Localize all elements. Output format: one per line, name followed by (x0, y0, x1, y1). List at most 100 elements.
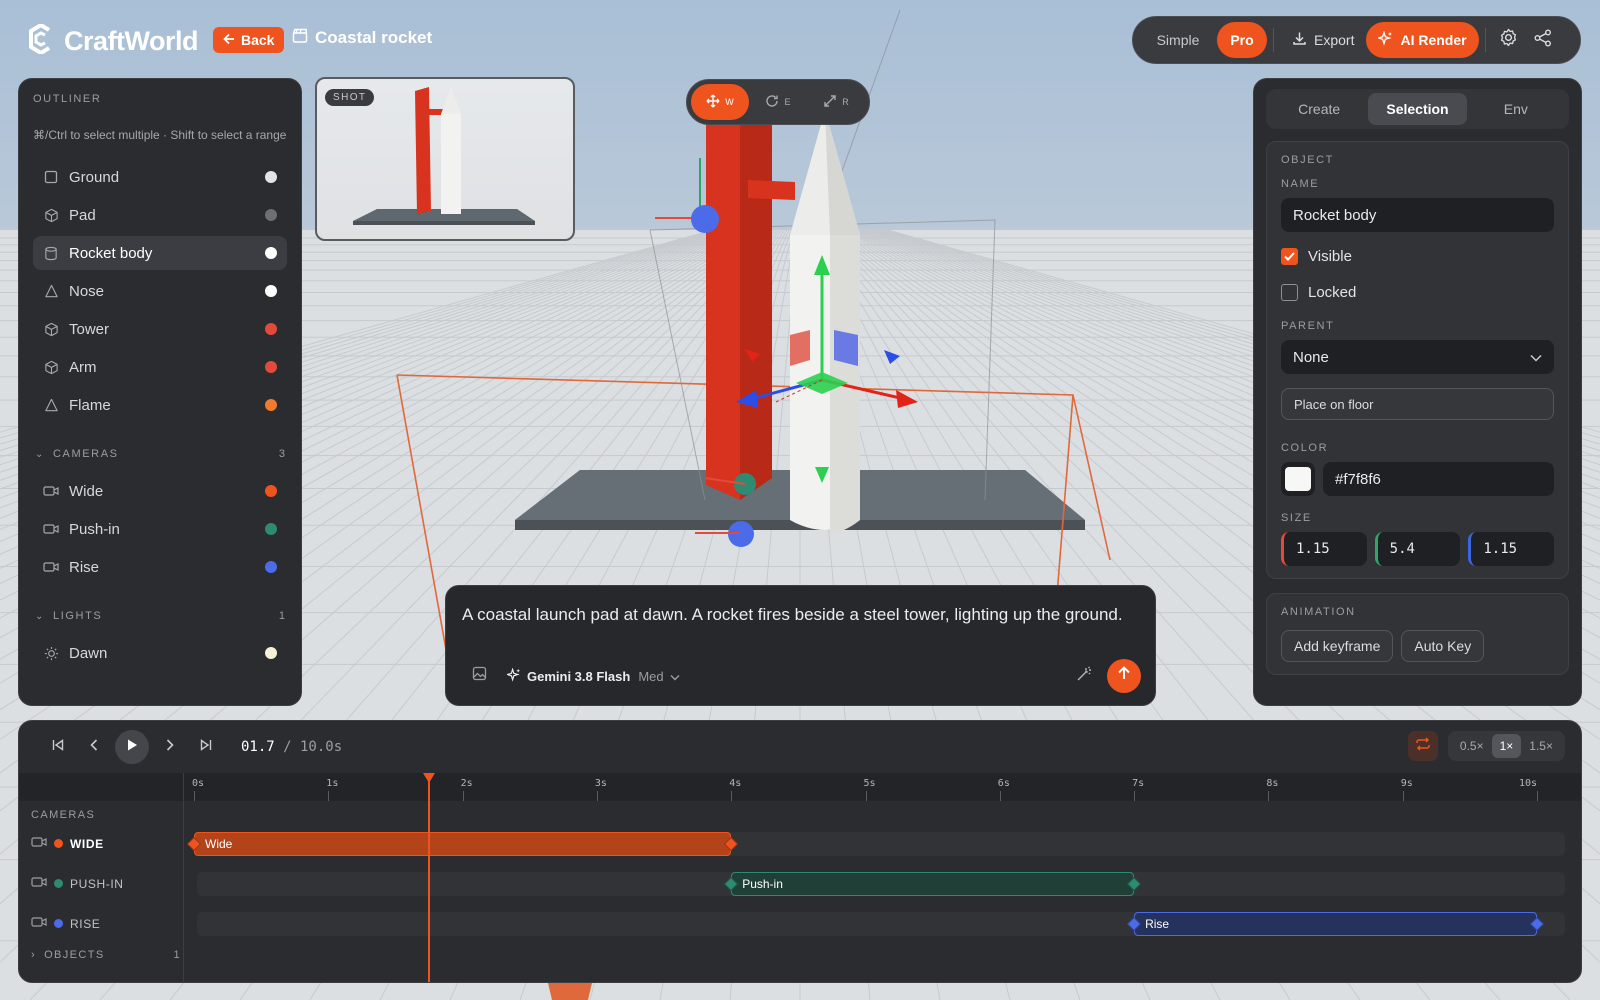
gear-icon (1499, 28, 1518, 52)
rotate-icon (765, 94, 779, 110)
animation-section-label: ANIMATION (1281, 606, 1356, 618)
outliner-item-flame[interactable]: Flame (33, 388, 287, 422)
prompt-input[interactable]: A coastal launch pad at dawn. A rocket f… (462, 602, 1132, 627)
playhead[interactable] (428, 773, 431, 982)
lights-group-label: LIGHTS (53, 610, 103, 622)
tab-create[interactable]: Create (1270, 93, 1368, 125)
app-logo[interactable]: CraftWorld (28, 23, 199, 59)
time-ruler[interactable]: 0s 1s 2s 3s 4s 5s 6s 7s 8s 9s 10s (19, 773, 1581, 801)
magic-wand-icon[interactable] (1076, 665, 1093, 687)
track-name: WIDE (70, 836, 104, 851)
cameras-group-header[interactable]: ⌄ CAMERAS 3 (33, 444, 287, 464)
loop-toggle[interactable] (1407, 731, 1438, 761)
transport-controls: 01.7 / 10.0s 0.5× 1× 1.5× (19, 721, 1581, 773)
color-swatch[interactable] (1281, 462, 1315, 496)
track-label-rise[interactable]: RISE (31, 916, 100, 931)
export-button[interactable]: Export (1280, 22, 1366, 58)
share-button[interactable] (1526, 22, 1560, 58)
project-name: Coastal rocket (315, 28, 433, 47)
playback-speed-group: 0.5× 1× 1.5× (1447, 731, 1565, 761)
color-dot (265, 561, 277, 573)
outliner-item-tower[interactable]: Tower (33, 312, 287, 346)
size-x-input[interactable]: 1.15 (1281, 532, 1367, 566)
back-button[interactable]: Back (213, 27, 285, 53)
clip-wide[interactable]: Wide (194, 832, 732, 856)
model-tier: Med (638, 668, 664, 684)
camera-item-push-in[interactable]: Push-in (33, 512, 287, 546)
camera-icon (31, 836, 47, 851)
outliner-item-label: Flame (69, 396, 111, 414)
clip-push-in[interactable]: Push-in (731, 872, 1135, 896)
track-name: PUSH-IN (70, 876, 124, 891)
camera-item-label: Rise (69, 558, 100, 576)
clip-rise[interactable]: Rise (1134, 912, 1537, 936)
playhead-handle[interactable] (423, 773, 436, 783)
speed-1x[interactable]: 1× (1491, 734, 1522, 758)
clip-label: Rise (1145, 917, 1170, 931)
settings-button[interactable] (1492, 22, 1526, 58)
ruler-tick (1134, 791, 1136, 801)
ruler-tick (865, 791, 867, 801)
properties-panel: Create Selection Env OBJECT NAME Rocket … (1253, 78, 1582, 706)
play-button[interactable] (115, 730, 149, 764)
objects-count: 1 (173, 949, 181, 961)
track-label-wide[interactable]: WIDE (31, 836, 104, 851)
parent-select[interactable]: None (1281, 340, 1554, 374)
prompt-box[interactable]: A coastal launch pad at dawn. A rocket f… (445, 585, 1156, 706)
light-item-dawn[interactable]: Dawn (33, 636, 287, 670)
ruler-tick (1268, 791, 1270, 801)
ruler-tick (194, 791, 195, 801)
chevron-down-icon (670, 669, 680, 684)
model-selector[interactable]: Gemini 3.8 Flash Med (505, 666, 680, 685)
visible-checkbox[interactable]: Visible (1281, 240, 1554, 272)
image-attach-icon[interactable] (472, 666, 487, 686)
color-swatch-fill (1285, 467, 1311, 491)
shot-preview[interactable]: SHOT (315, 77, 575, 241)
tab-selection[interactable]: Selection (1368, 93, 1467, 125)
model-name: Gemini 3.8 Flash (527, 668, 631, 684)
mode-simple-toggle[interactable]: Simple (1139, 22, 1217, 58)
color-hex-input[interactable]: #f7f8f6 (1323, 462, 1554, 496)
outliner-item-arm[interactable]: Arm (33, 350, 287, 384)
lights-group-header[interactable]: ⌄ LIGHTS 1 (33, 606, 287, 626)
ai-render-button[interactable]: AI Render (1366, 22, 1479, 58)
lights-count: 1 (278, 610, 285, 622)
scale-mode-button[interactable]: R (807, 84, 865, 120)
ai-render-label: AI Render (1400, 32, 1467, 48)
size-y-input[interactable]: 5.4 (1374, 532, 1461, 566)
time-readout: 01.7 / 10.0s (241, 739, 342, 755)
speed-1-5x[interactable]: 1.5× (1521, 734, 1561, 758)
camera-item-wide[interactable]: Wide (33, 474, 287, 508)
outliner-item-rocket-body[interactable]: Rocket body (33, 236, 287, 270)
send-button[interactable] (1107, 659, 1141, 693)
tab-env[interactable]: Env (1467, 93, 1565, 125)
speed-0-5x[interactable]: 0.5× (1452, 734, 1492, 758)
outliner-item-pad[interactable]: Pad (33, 198, 287, 232)
project-title[interactable]: Coastal rocket (292, 28, 432, 48)
camera-list: Wide Push-in Rise (33, 474, 287, 584)
auto-key-button[interactable]: Auto Key (1401, 630, 1485, 662)
prev-frame-button[interactable] (79, 732, 109, 762)
flame-mesh (548, 983, 592, 1000)
add-keyframe-button[interactable]: Add keyframe (1281, 630, 1394, 662)
outliner-item-ground[interactable]: Ground (33, 160, 287, 194)
clip-label: Push-in (742, 877, 783, 891)
move-mode-button[interactable]: W (691, 84, 749, 120)
ruler-tick-label: 7s (1132, 778, 1145, 789)
outliner-panel: OUTLINER ⌘/Ctrl to select multiple · Shi… (18, 78, 302, 706)
object-name-input[interactable]: Rocket body (1281, 198, 1554, 232)
skip-to-end-button[interactable] (191, 732, 221, 762)
place-on-floor-button[interactable]: Place on floor (1281, 388, 1554, 420)
track-label-push-in[interactable]: PUSH-IN (31, 876, 124, 891)
move-mode-key: W (725, 97, 734, 107)
skip-to-start-button[interactable] (43, 732, 73, 762)
camera-item-rise[interactable]: Rise (33, 550, 287, 584)
objects-track-group[interactable]: › OBJECTS 1 (31, 949, 181, 961)
outliner-item-nose[interactable]: Nose (33, 274, 287, 308)
size-z-input[interactable]: 1.15 (1468, 532, 1555, 566)
mode-pro-toggle[interactable]: Pro (1217, 22, 1267, 58)
locked-checkbox[interactable]: Locked (1281, 276, 1554, 308)
rotate-mode-button[interactable]: E (749, 84, 807, 120)
camera-icon (43, 521, 59, 537)
next-frame-button[interactable] (155, 732, 185, 762)
